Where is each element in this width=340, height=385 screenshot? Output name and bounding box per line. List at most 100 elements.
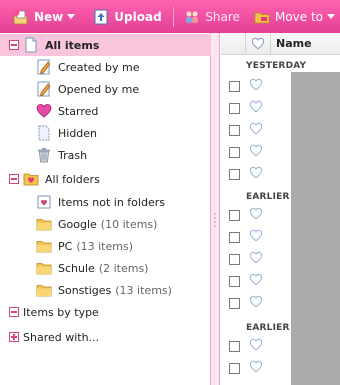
star-heart-icon[interactable] — [249, 295, 263, 311]
tree-item-folder-schule[interactable]: Schule (2 items) — [0, 257, 211, 279]
row-checkbox[interactable] — [229, 275, 240, 287]
star-heart-icon[interactable] — [249, 78, 263, 94]
star-heart-icon[interactable] — [249, 166, 263, 182]
folder-name: Google — [58, 217, 97, 231]
chevron-down-icon — [327, 14, 335, 19]
expand-toggle-icon[interactable] — [9, 332, 19, 342]
row-checkbox[interactable] — [229, 80, 240, 92]
star-heart-icon[interactable] — [249, 273, 263, 289]
row-checkbox[interactable] — [229, 231, 240, 243]
panel-splitter[interactable] — [211, 33, 220, 385]
folder-icon — [36, 238, 52, 254]
tree-item-folder-google[interactable]: Google (10 items) — [0, 213, 211, 235]
row-checkbox[interactable] — [229, 362, 240, 374]
select-all-column[interactable] — [221, 32, 246, 55]
toolbar: New Upload Share Move to — [0, 0, 340, 33]
starred-label: Starred — [58, 104, 99, 118]
pencil-document-icon — [36, 81, 52, 97]
collapse-toggle-icon[interactable] — [9, 40, 19, 50]
sidebar: All items Created by me Opened by me Sta… — [0, 33, 211, 385]
star-heart-icon[interactable] — [249, 229, 263, 245]
list-item[interactable] — [221, 119, 291, 141]
tree-item-hidden[interactable]: Hidden — [0, 122, 211, 144]
new-document-icon — [13, 9, 29, 25]
share-button[interactable]: Share — [179, 5, 245, 29]
row-checkbox[interactable] — [229, 102, 240, 114]
folder-item-count: (13 items) — [115, 283, 172, 297]
folder-icon — [36, 260, 52, 276]
list-item[interactable] — [221, 204, 291, 226]
tree-item-folder-sonstiges[interactable]: Sonstiges (13 items) — [0, 279, 211, 301]
star-heart-icon[interactable] — [249, 360, 263, 376]
row-checkbox[interactable] — [229, 146, 240, 158]
row-checkbox[interactable] — [229, 297, 240, 309]
tree-item-shared-with[interactable]: Shared with... — [0, 326, 211, 348]
upload-label: Upload — [114, 9, 162, 24]
list-item[interactable] — [221, 335, 291, 357]
folder-icon — [36, 282, 52, 298]
tree-item-folder-pc[interactable]: PC (13 items) — [0, 235, 211, 257]
toolbar-divider — [172, 6, 174, 27]
list-item[interactable] — [221, 163, 291, 185]
star-heart-icon[interactable] — [249, 338, 263, 354]
list-item[interactable] — [221, 97, 291, 119]
folder-icon — [36, 216, 52, 232]
collapse-toggle-icon[interactable] — [9, 307, 19, 317]
list-item[interactable] — [221, 357, 291, 379]
pencil-document-icon — [36, 59, 52, 75]
document-icon — [23, 37, 39, 53]
tree-item-created-by-me[interactable]: Created by me — [0, 56, 211, 78]
group-label-earlier: EARLIER — [246, 192, 290, 202]
row-checkbox[interactable] — [229, 340, 240, 352]
row-checkbox[interactable] — [229, 168, 240, 180]
hidden-label: Hidden — [58, 126, 98, 140]
share-label: Share — [205, 9, 240, 24]
list-item[interactable] — [221, 292, 291, 314]
document-list: Name YESTERDAY EARLIER EARLIER — [221, 32, 340, 385]
list-item[interactable] — [221, 141, 291, 163]
star-heart-icon[interactable] — [249, 122, 263, 138]
row-checkbox[interactable] — [229, 209, 240, 221]
star-heart-icon[interactable] — [249, 207, 263, 223]
star-heart-icon[interactable] — [249, 251, 263, 267]
folder-item-count: (10 items) — [100, 217, 158, 231]
list-item[interactable] — [221, 270, 291, 292]
move-to-label: Move to — [274, 9, 323, 24]
folder-name: PC — [58, 239, 73, 253]
list-item[interactable] — [221, 248, 291, 270]
tree-item-all-folders[interactable]: All folders — [0, 168, 211, 190]
list-header: Name — [221, 32, 340, 55]
star-heart-icon[interactable] — [249, 144, 263, 160]
tree-item-items-by-type[interactable]: Items by type — [0, 301, 211, 323]
star-column-header[interactable] — [246, 32, 271, 55]
opened-by-me-label: Opened by me — [58, 82, 140, 96]
collapse-toggle-icon[interactable] — [9, 174, 19, 184]
splitter-grip-icon[interactable] — [214, 213, 216, 227]
folder-name: Schule — [58, 261, 95, 275]
heart-outline-icon — [251, 37, 265, 50]
list-item[interactable] — [221, 75, 291, 97]
tree-item-items-not-in-folders[interactable]: Items not in folders — [0, 191, 211, 213]
trash-icon — [36, 147, 52, 163]
group-label-yesterday: YESTERDAY — [246, 61, 307, 71]
heart-icon — [36, 103, 52, 119]
tree-item-all-items[interactable]: All items — [0, 34, 211, 56]
move-to-button[interactable]: Move to — [249, 5, 340, 29]
tree-item-starred[interactable]: Starred — [0, 100, 211, 122]
folder-item-count: (13 items) — [76, 239, 133, 253]
tree-item-opened-by-me[interactable]: Opened by me — [0, 78, 211, 100]
new-button[interactable]: New — [8, 5, 80, 29]
row-checkbox[interactable] — [229, 124, 240, 136]
upload-icon — [93, 9, 109, 25]
items-not-in-folders-label: Items not in folders — [58, 195, 165, 209]
star-heart-icon[interactable] — [249, 100, 263, 116]
folder-heart-icon — [23, 171, 39, 187]
chevron-down-icon — [67, 14, 76, 19]
row-checkbox[interactable] — [229, 253, 240, 265]
list-item[interactable] — [221, 226, 291, 248]
tree-item-trash[interactable]: Trash — [0, 144, 211, 166]
name-column-content — [291, 72, 340, 385]
upload-button[interactable]: Upload — [88, 5, 166, 29]
trash-label: Trash — [58, 148, 88, 162]
name-column-header[interactable]: Name — [271, 37, 312, 50]
